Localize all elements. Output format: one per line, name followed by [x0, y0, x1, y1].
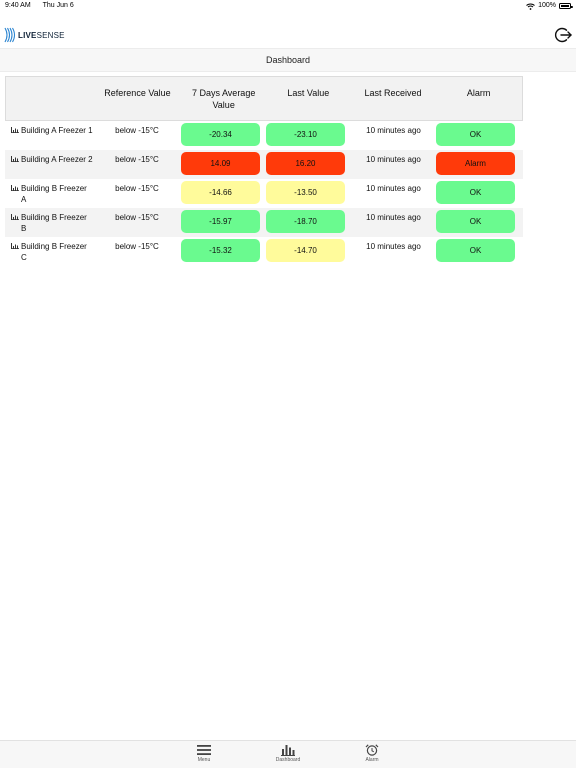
sensor-chart-icon	[11, 243, 19, 249]
tab-menu[interactable]: Menu	[179, 744, 229, 763]
header-sensor	[6, 77, 94, 120]
sensor-name[interactable]: Building B Freezer C	[21, 241, 93, 266]
header-reference-value: Reference Value	[104, 88, 171, 98]
alarm-status-badge: Alarm	[436, 152, 515, 175]
table-row[interactable]: Building B Freezer B below -15°C -15.97 …	[5, 208, 523, 237]
table-row[interactable]: Building A Freezer 1 below -15°C -20.34 …	[5, 121, 523, 150]
menu-icon	[197, 745, 211, 755]
tab-bar: Menu Dashboard Alarm	[0, 740, 576, 768]
sensor-name[interactable]: Building B Freezer B	[21, 212, 93, 237]
alarm-status-badge: OK	[436, 181, 515, 204]
alarm-status-badge: OK	[436, 239, 515, 262]
tab-menu-label: Menu	[197, 757, 211, 763]
battery-percent: 100%	[538, 2, 556, 9]
last-value-badge: -14.70	[266, 239, 345, 262]
last-received: 10 minutes ago	[366, 184, 421, 193]
average-value-badge: 14.09	[181, 152, 260, 175]
header-alarm: Alarm	[466, 88, 491, 98]
last-value-badge: 16.20	[266, 152, 345, 175]
reference-value: below -15°C	[115, 184, 159, 193]
battery-icon	[559, 3, 573, 9]
logo-waves-icon	[4, 27, 16, 43]
last-received: 10 minutes ago	[366, 126, 421, 135]
logout-icon[interactable]	[554, 26, 572, 44]
sensor-chart-icon	[11, 127, 19, 133]
sensor-chart-icon	[11, 185, 19, 191]
app-header: LIVESENSE	[0, 12, 576, 48]
table-row[interactable]: Building B Freezer C below -15°C -15.32 …	[5, 237, 523, 266]
sensor-name[interactable]: Building A Freezer 2	[21, 154, 93, 179]
tab-alarm[interactable]: Alarm	[347, 744, 397, 763]
last-value-badge: -23.10	[266, 123, 345, 146]
table-row[interactable]: Building A Freezer 2 below -15°C 14.09 1…	[5, 150, 523, 179]
status-bar: 9:40 AM Thu Jun 6 100%	[0, 0, 576, 12]
last-received: 10 minutes ago	[366, 242, 421, 251]
reference-value: below -15°C	[115, 213, 159, 222]
reference-value: below -15°C	[115, 242, 159, 251]
last-received: 10 minutes ago	[366, 155, 421, 164]
header-7-days-average: 7 Days Average Value	[191, 88, 256, 110]
page-title: Dashboard	[0, 48, 576, 72]
logo-text-light: SENSE	[36, 30, 65, 40]
logo-text-bold: LIVE	[18, 30, 37, 40]
reference-value: below -15°C	[115, 126, 159, 135]
alarm-status-badge: OK	[436, 210, 515, 233]
average-value-badge: -15.97	[181, 210, 260, 233]
tab-alarm-label: Alarm	[365, 757, 379, 763]
header-last-received: Last Received	[364, 88, 422, 98]
average-value-badge: -15.32	[181, 239, 260, 262]
wifi-icon	[526, 3, 535, 10]
tab-dashboard[interactable]: Dashboard	[263, 744, 313, 763]
table-header: Reference Value 7 Days Average Value Las…	[5, 76, 523, 121]
sensor-name[interactable]: Building B Freezer A	[21, 183, 93, 208]
sensor-chart-icon	[11, 156, 19, 162]
status-time: 9:40 AM	[5, 2, 31, 9]
sensor-name[interactable]: Building A Freezer 1	[21, 125, 93, 150]
last-received: 10 minutes ago	[366, 213, 421, 222]
bar-chart-icon	[281, 745, 295, 756]
alarm-clock-icon	[365, 744, 379, 756]
livesense-logo: LIVESENSE	[4, 27, 65, 43]
screen: 9:40 AM Thu Jun 6 100% LIVESENSE Dashboa…	[0, 0, 576, 768]
last-value-badge: -18.70	[266, 210, 345, 233]
status-date: Thu Jun 6	[42, 2, 74, 9]
average-value-badge: -20.34	[181, 123, 260, 146]
tab-dashboard-label: Dashboard	[275, 757, 301, 763]
dashboard-table: Reference Value 7 Days Average Value Las…	[5, 76, 523, 266]
average-value-badge: -14.66	[181, 181, 260, 204]
sensor-chart-icon	[11, 214, 19, 220]
header-last-value: Last Value	[287, 88, 330, 98]
reference-value: below -15°C	[115, 155, 159, 164]
alarm-status-badge: OK	[436, 123, 515, 146]
last-value-badge: -13.50	[266, 181, 345, 204]
table-row[interactable]: Building B Freezer A below -15°C -14.66 …	[5, 179, 523, 208]
